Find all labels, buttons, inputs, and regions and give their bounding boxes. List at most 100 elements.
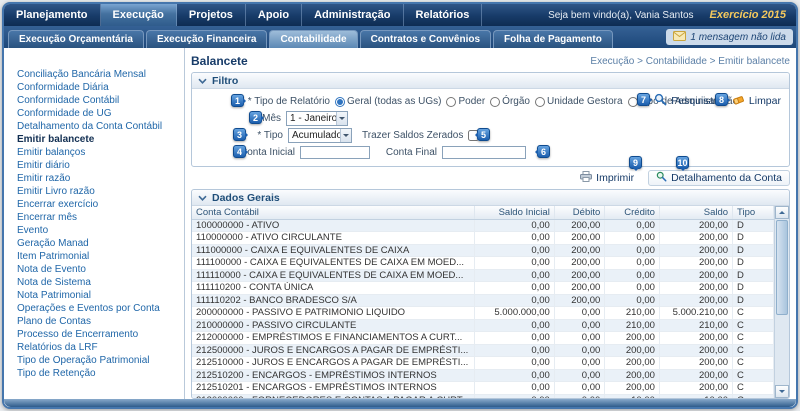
sidebar-item-conformidade-diaria[interactable]: Conformidade Diária — [4, 81, 184, 94]
column-header-conta-contabil[interactable]: Conta Contábil — [192, 206, 474, 219]
sidebar-item-evento[interactable]: Evento — [4, 224, 184, 237]
module-tab-bar: Execução OrçamentáriaExecução Financeira… — [4, 26, 796, 48]
tab-contratos-e-convenios[interactable]: Contratos e Convênios — [360, 30, 491, 48]
month-select[interactable]: 1 - Janeiro — [286, 111, 348, 126]
tab-contabilidade[interactable]: Contabilidade — [269, 30, 357, 48]
report-type-radio[interactable] — [490, 97, 500, 107]
sidebar-item-emitir-livro-razao[interactable]: Emitir Livro razão — [4, 185, 184, 198]
cell-tipo: C — [733, 344, 774, 357]
tab-folha-de-pagamento[interactable]: Folha de Pagamento — [493, 30, 613, 48]
menu-item-administracao[interactable]: Administração — [302, 4, 403, 26]
sidebar-item-encerrar-exercicio[interactable]: Encerrar exercício — [4, 198, 184, 211]
cell-saldo: 200,00 — [659, 294, 732, 307]
sidebar-item-nota-patrimonial[interactable]: Nota Patrimonial — [4, 289, 184, 302]
radio-poder[interactable]: Poder — [446, 96, 485, 107]
cell-saldo: 5.000.210,00 — [659, 307, 732, 320]
table-row[interactable]: 111000000 - CAIXA E EQUIVALENTES DE CAIX… — [192, 244, 774, 257]
account-detail-button[interactable]: Detalhamento da Conta — [648, 170, 790, 186]
cell-conta-contabil: 111110202 - BANCO BRADESCO S/A — [192, 294, 474, 307]
report-type-radio[interactable] — [335, 97, 345, 107]
table-row[interactable]: 213000000 - FORNECEDORES E CONTAS A PAGA… — [192, 394, 774, 398]
radio-geral-todas-as-ugs[interactable]: Geral (todas as UGs) — [335, 96, 441, 107]
clear-button[interactable]: Limpar — [732, 94, 781, 109]
print-button[interactable]: Imprimir — [572, 170, 642, 186]
cell-saldo-inicial: 0,00 — [474, 319, 554, 332]
table-row[interactable]: 212500000 - JUROS E ENCARGOS A PAGAR DE … — [192, 344, 774, 357]
sidebar-item-emitir-razao[interactable]: Emitir razão — [4, 172, 184, 185]
account-start-input[interactable] — [300, 146, 370, 159]
cell-saldo-inicial: 0,00 — [474, 369, 554, 382]
sidebar-item-encerrar-mes[interactable]: Encerrar mês — [4, 211, 184, 224]
search-button[interactable]: Pesquisar — [654, 93, 718, 109]
column-header-saldo-inicial[interactable]: Saldo Inicial — [474, 206, 554, 219]
sidebar-item-conformidade-de-ug[interactable]: Conformidade de UG — [4, 107, 184, 120]
table-row[interactable]: 100000000 - ATIVO 0,00 200,00 0,00 200,0… — [192, 219, 774, 232]
sidebar-item-geracao-manad[interactable]: Geração Manad — [4, 237, 184, 250]
cell-debito: 200,00 — [554, 294, 604, 307]
menu-item-projetos[interactable]: Projetos — [177, 4, 246, 26]
sidebar-item-plano-de-contas[interactable]: Plano de Contas — [4, 315, 184, 328]
tab-execucao-financeira[interactable]: Execução Financeira — [146, 30, 268, 48]
cell-tipo: D — [733, 257, 774, 270]
sidebar-item-tipo-de-operacao-patrimonial[interactable]: Tipo de Operação Patrimonial — [4, 354, 184, 367]
report-type-radio[interactable] — [535, 97, 545, 107]
chevron-down-icon[interactable] — [198, 78, 207, 84]
cell-credito: 0,00 — [605, 244, 660, 257]
menu-item-planejamento[interactable]: Planejamento — [4, 4, 101, 26]
eraser-icon — [732, 94, 745, 109]
sidebar-item-conciliacao-bancaria-mensal[interactable]: Conciliação Bancária Mensal — [4, 68, 184, 81]
table-row[interactable]: 111100000 - CAIXA E EQUIVALENTES DE CAIX… — [192, 257, 774, 270]
sidebar-item-relatorios-da-lrf[interactable]: Relatórios da LRF — [4, 341, 184, 354]
callout-badge-8: 8 — [715, 93, 728, 106]
table-row[interactable]: 111110202 - BANCO BRADESCO S/A 0,00 200,… — [192, 294, 774, 307]
table-scrollbar[interactable] — [774, 206, 789, 398]
scrollbar-track[interactable] — [775, 219, 789, 385]
table-row[interactable]: 212510201 - ENCARGOS - EMPRÉSTIMOS INTER… — [192, 382, 774, 395]
table-row[interactable]: 111110200 - CONTA ÚNICA 0,00 200,00 0,00… — [192, 282, 774, 295]
sidebar-item-emitir-balancete[interactable]: Emitir balancete — [4, 133, 184, 146]
sidebar-item-processo-de-encerramento[interactable]: Processo de Encerramento — [4, 328, 184, 341]
column-header-debito[interactable]: Débito — [554, 206, 604, 219]
sidebar-item-emitir-balancos[interactable]: Emitir balanços — [4, 146, 184, 159]
report-type-radio[interactable] — [446, 97, 456, 107]
radio-orgao[interactable]: Órgão — [490, 96, 530, 107]
table-row[interactable]: 200000000 - PASSIVO E PATRIMONIO LIQUIDO… — [192, 307, 774, 320]
chevron-down-icon[interactable] — [198, 195, 207, 201]
chevron-down-icon[interactable] — [336, 112, 347, 125]
sidebar-item-item-patrimonial[interactable]: Item Patrimonial — [4, 250, 184, 263]
sidebar-item-operacoes-e-eventos-por-conta[interactable]: Operações e Eventos por Conta — [4, 302, 184, 315]
sidebar-item-tipo-de-retencao[interactable]: Tipo de Retenção — [4, 367, 184, 380]
menu-item-apoio[interactable]: Apoio — [246, 4, 302, 26]
sidebar-item-detalhamento-da-conta-contabil[interactable]: Detalhamento da Conta Contábil — [4, 120, 184, 133]
column-header-saldo[interactable]: Saldo — [659, 206, 732, 219]
radio-unidade-gestora[interactable]: Unidade Gestora — [535, 96, 623, 107]
table-row[interactable]: 212510000 - JUROS E ENCARGOS A PAGAR DE … — [192, 357, 774, 370]
account-end-input[interactable] — [442, 146, 526, 159]
scroll-up-button[interactable] — [775, 206, 789, 219]
type-select[interactable]: Acumulado — [288, 128, 352, 143]
table-row[interactable]: 212510200 - ENCARGOS - EMPRÉSTIMOS INTER… — [192, 369, 774, 382]
chevron-down-icon[interactable] — [340, 129, 351, 142]
clear-button-label: Limpar — [749, 95, 781, 107]
scrollbar-thumb[interactable] — [776, 220, 788, 315]
sidebar-item-conformidade-contabil[interactable]: Conformidade Contábil — [4, 94, 184, 107]
sidebar-item-nota-de-sistema[interactable]: Nota de Sistema — [4, 276, 184, 289]
table-row[interactable]: 212000000 - EMPRÉSTIMOS E FINANCIAMENTOS… — [192, 332, 774, 345]
cell-credito: 0,00 — [605, 257, 660, 270]
sidebar-item-nota-de-evento[interactable]: Nota de Evento — [4, 263, 184, 276]
table-row[interactable]: 111110000 - CAIXA E EQUIVALENTES DE CAIX… — [192, 269, 774, 282]
sidebar-item-emitir-diario[interactable]: Emitir diário — [4, 159, 184, 172]
menu-item-execucao[interactable]: Execução — [101, 4, 177, 26]
menu-item-label: Planejamento — [16, 9, 88, 21]
unread-messages-link[interactable]: 1 mensagem não lida — [666, 29, 793, 45]
table-header-row: Conta ContábilSaldo InicialDébitoCrédito… — [192, 206, 774, 219]
menu-item-relatorios[interactable]: Relatórios — [404, 4, 483, 26]
table-row[interactable]: 110000000 - ATIVO CIRCULANTE 0,00 200,00… — [192, 232, 774, 245]
breadcrumb[interactable]: Execução > Contabilidade > Emitir balanc… — [590, 56, 790, 67]
tab-execucao-orcamentaria[interactable]: Execução Orçamentária — [8, 30, 144, 48]
welcome-text: Seja bem vindo(a), Vania Santos — [548, 10, 693, 21]
scroll-down-button[interactable] — [775, 385, 789, 398]
table-row[interactable]: 210000000 - PASSIVO CIRCULANTE 0,00 0,00… — [192, 319, 774, 332]
column-header-credito[interactable]: Crédito — [605, 206, 660, 219]
column-header-tipo[interactable]: Tipo — [733, 206, 774, 219]
